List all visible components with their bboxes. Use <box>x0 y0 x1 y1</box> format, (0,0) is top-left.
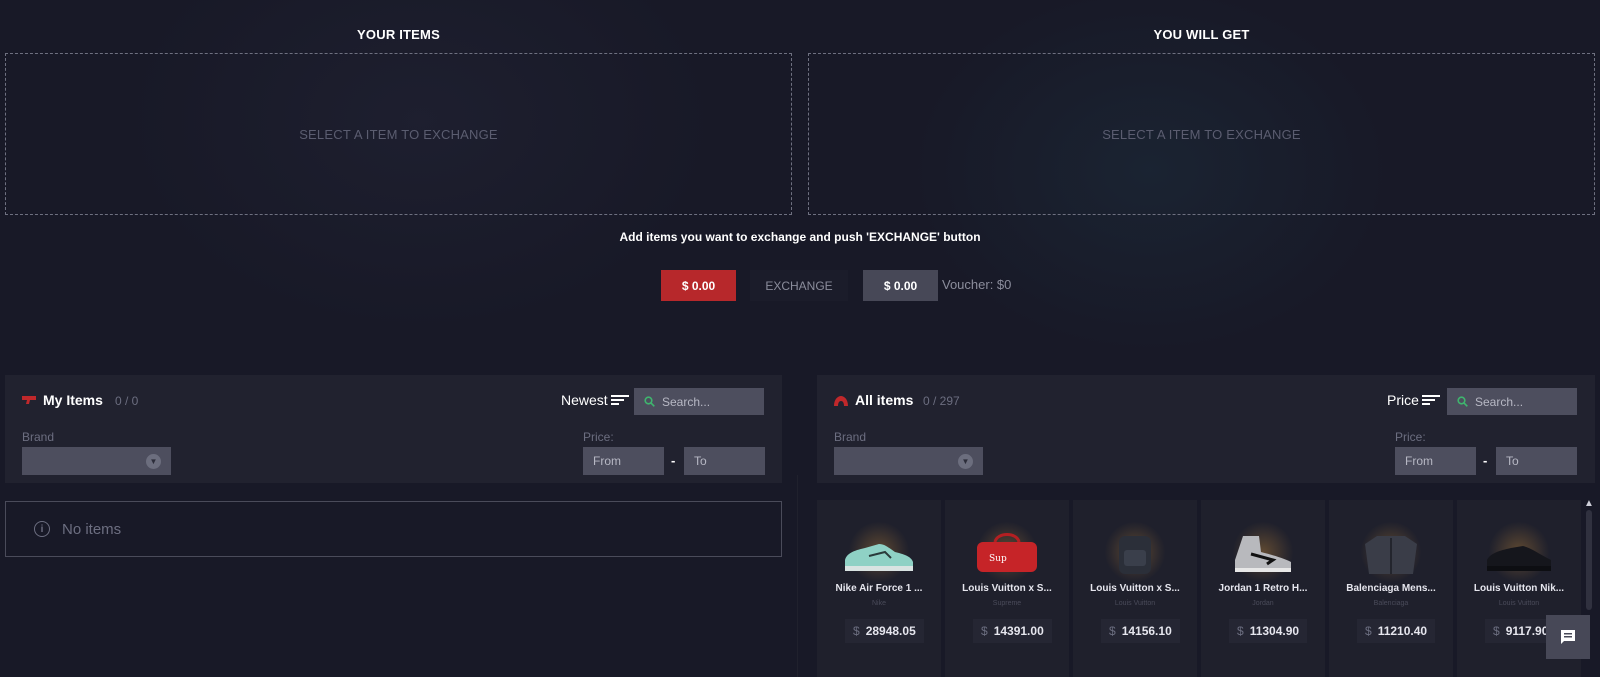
sort-price-button[interactable]: Price <box>1387 392 1440 408</box>
you-will-get-placeholder: SELECT A ITEM TO EXCHANGE <box>1102 126 1301 142</box>
product-name: Nike Air Force 1 ... <box>835 583 923 594</box>
my-items-title: My Items <box>43 392 103 408</box>
you-will-get-drop-zone[interactable]: SELECT A ITEM TO EXCHANGE <box>808 53 1595 215</box>
price-from-input[interactable]: From <box>1395 447 1476 475</box>
all-items-search-input[interactable]: Search... <box>1447 388 1577 415</box>
product-price: $ 14156.10 <box>1101 619 1180 643</box>
your-total-value: $ 0.00 <box>661 270 736 301</box>
product-brand: Supreme <box>992 600 1022 607</box>
product-brand: Nike <box>871 600 886 607</box>
sneaker-image <box>1235 536 1291 572</box>
sneaker-image <box>1487 546 1551 571</box>
search-placeholder: Search... <box>1475 394 1524 409</box>
sort-icon <box>610 395 629 405</box>
product-grid: Nike Air Force 1 ... Nike $ 28948.05 Sup… <box>817 500 1587 677</box>
product-price: $ 28948.05 <box>845 619 924 643</box>
helmet-icon <box>834 396 848 406</box>
product-name: Louis Vuitton x S... <box>962 583 1052 594</box>
price-dash: - <box>671 453 676 468</box>
price-dash: - <box>1483 453 1488 468</box>
my-items-search-input[interactable]: Search... <box>634 388 764 415</box>
exchange-button[interactable]: EXCHANGE <box>750 270 848 301</box>
your-items-drop-zone[interactable]: SELECT A ITEM TO EXCHANGE <box>5 53 792 215</box>
price-label: Price: <box>583 430 614 444</box>
my-items-count: 0 / 0 <box>115 394 139 408</box>
get-total-value: $ 0.00 <box>863 270 938 301</box>
product-brand: Balenciaga <box>1373 600 1409 607</box>
product-card[interactable]: Balenciaga Mens... Balenciaga $ 11210.40 <box>1329 500 1453 677</box>
you-will-get-title: YOU WILL GET <box>1153 27 1250 42</box>
scroll-up-arrow-icon[interactable]: ▲ <box>1584 498 1594 509</box>
all-items-title: All items <box>855 392 914 408</box>
chevron-down-icon: ▼ <box>958 454 973 469</box>
my-items-brand-select[interactable]: ▼ <box>22 447 171 475</box>
sneaker-image <box>845 544 913 571</box>
product-card[interactable]: Sup Louis Vuitton x S... Supreme $ 14391… <box>945 500 1069 677</box>
sort-icon <box>1421 395 1440 405</box>
jacket-image <box>1365 536 1417 574</box>
column-divider <box>797 475 798 677</box>
product-price: $ 14391.00 <box>973 619 1052 643</box>
brand-label: Brand <box>834 430 867 444</box>
all-items-brand-select[interactable]: ▼ <box>834 447 983 475</box>
my-items-panel: My Items 0 / 0 Newest Search... Brand ▼ … <box>5 375 782 483</box>
price-to-input[interactable]: To <box>1496 447 1577 475</box>
product-price: $ 11304.90 <box>1229 619 1308 643</box>
backpack-image <box>1119 536 1151 574</box>
product-name: Louis Vuitton x S... <box>1090 583 1180 594</box>
product-brand: Jordan <box>1252 600 1274 607</box>
product-name: Louis Vuitton Nik... <box>1473 583 1565 594</box>
your-items-title: YOUR ITEMS <box>357 27 440 42</box>
search-placeholder: Search... <box>662 394 711 409</box>
price-from-input[interactable]: From <box>583 447 664 475</box>
search-icon <box>1457 396 1468 407</box>
chat-button[interactable] <box>1546 615 1590 659</box>
svg-text:Sup: Sup <box>989 554 1007 564</box>
product-card[interactable]: Nike Air Force 1 ... Nike $ 28948.05 <box>817 500 941 677</box>
product-card[interactable]: Louis Vuitton x S... Louis Vuitton $ 141… <box>1073 500 1197 677</box>
product-price: $ 11210.40 <box>1357 619 1436 643</box>
your-items-placeholder: SELECT A ITEM TO EXCHANGE <box>299 126 498 142</box>
chevron-down-icon: ▼ <box>146 454 161 469</box>
search-icon <box>644 396 655 407</box>
price-to-input[interactable]: To <box>684 447 765 475</box>
duffle-bag-image: Sup <box>977 533 1037 572</box>
chat-icon <box>1561 630 1575 644</box>
pistol-icon <box>22 396 36 404</box>
product-name: Balenciaga Mens... <box>1346 583 1436 594</box>
sort-label: Newest <box>561 392 608 408</box>
product-card[interactable]: Jordan 1 Retro H... Jordan $ 11304.90 <box>1201 500 1325 677</box>
exchange-hint: Add items you want to exchange and push … <box>619 230 981 244</box>
sort-label: Price <box>1387 392 1419 408</box>
product-brand: Louis Vuitton <box>1114 600 1156 607</box>
all-items-panel: All items 0 / 297 Price Search... Brand … <box>817 375 1595 483</box>
no-items-text: No items <box>62 520 122 538</box>
brand-label: Brand <box>22 430 55 444</box>
price-label: Price: <box>1395 430 1426 444</box>
scrollbar[interactable] <box>1586 510 1592 610</box>
info-icon: i <box>34 521 50 537</box>
all-items-count: 0 / 297 <box>923 394 960 408</box>
product-brand: Louis Vuitton <box>1498 600 1540 607</box>
voucher-label: Voucher: $0 <box>942 277 1012 292</box>
sort-newest-button[interactable]: Newest <box>561 392 629 408</box>
no-items-message: i No items <box>5 501 782 557</box>
product-name: Jordan 1 Retro H... <box>1218 583 1308 594</box>
